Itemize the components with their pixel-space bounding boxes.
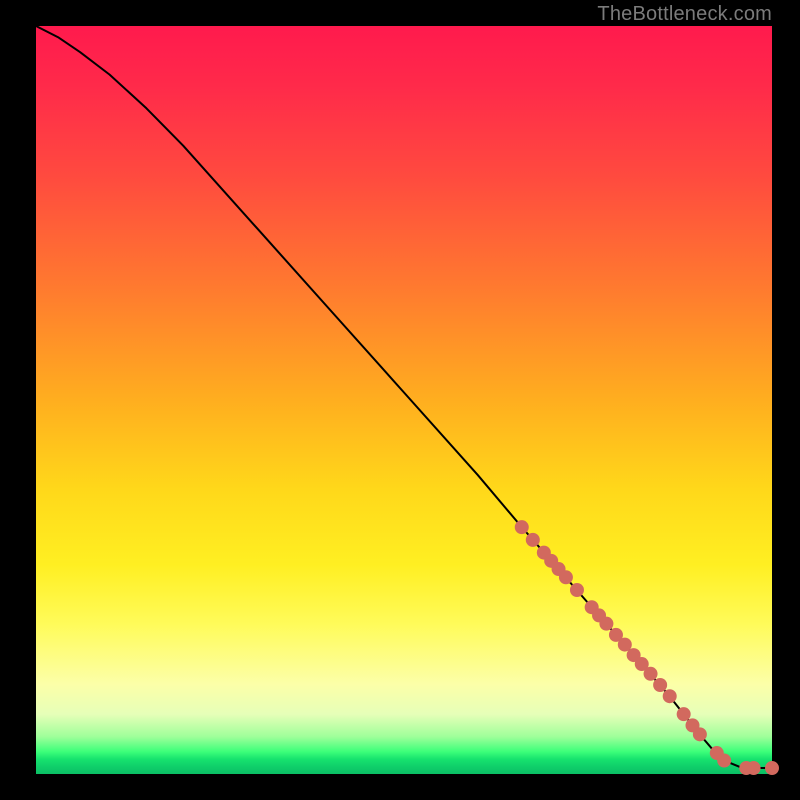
- watermark-label: TheBottleneck.com: [597, 3, 772, 26]
- plot-area: [36, 26, 772, 774]
- chart-frame: TheBottleneck.com: [0, 0, 800, 800]
